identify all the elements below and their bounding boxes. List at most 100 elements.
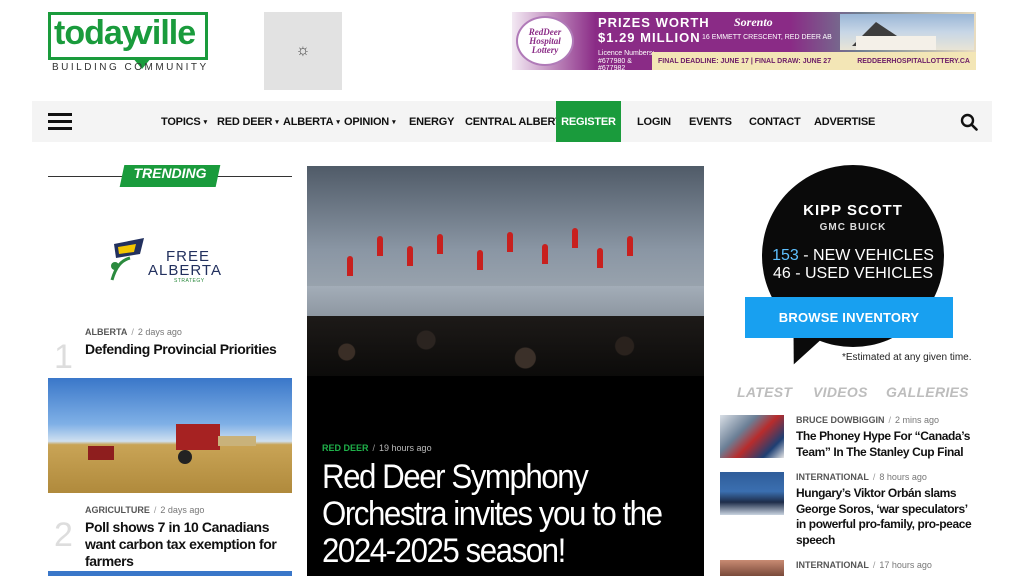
category-link[interactable]: INTERNATIONAL [796, 560, 869, 570]
meta-separator: / [372, 443, 376, 453]
musician [542, 244, 548, 264]
item-meta: INTERNATIONAL/17 hours ago [796, 560, 932, 570]
item-meta: INTERNATIONAL/8 hours ago [796, 472, 927, 482]
dealer-brands: GMC BUICK [819, 222, 887, 233]
dealer-name: KIPP SCOTT [803, 202, 903, 219]
timestamp: 8 hours ago [879, 472, 927, 482]
timestamp: 19 hours ago [379, 443, 432, 453]
ad-url: REDDEERHOSPITALLOTTERY.CA [857, 57, 970, 65]
new-vehicles-label: - NEW VEHICLES [803, 247, 934, 264]
trending-headline-1[interactable]: Defending Provincial Priorities [85, 341, 285, 358]
nav-label: TOPICS [161, 115, 201, 128]
musician [437, 234, 443, 254]
musician [377, 236, 383, 256]
sidebar-tabs: LATEST VIDEOS GALLERIES [720, 384, 976, 402]
free-alberta-flag-icon [110, 238, 144, 281]
meta-separator: / [131, 327, 134, 337]
sun-icon: ☼ [295, 42, 311, 59]
tab-videos[interactable]: VIDEOS [813, 384, 868, 400]
trending-meta-2: AGRICULTURE/2 days ago [85, 505, 204, 515]
trending-heading: TRENDING [133, 165, 207, 181]
timestamp: 17 hours ago [879, 560, 932, 570]
free-alberta-strategy-ad[interactable]: FREE ALBERTA STRATEGY [108, 236, 238, 286]
nav-label: LOGIN [637, 115, 671, 128]
nav-label: CENTRAL ALBERTA [465, 115, 569, 128]
musician [597, 248, 603, 268]
tab-galleries[interactable]: GALLERIES [886, 384, 969, 400]
combine-harvester-image[interactable] [48, 378, 292, 493]
musician [477, 250, 483, 270]
nav-label: OPINION [344, 115, 390, 128]
nav-label: EVENTS [689, 115, 732, 128]
site-logo[interactable]: today ville BUILDING COMMUNITY [48, 12, 208, 74]
used-vehicles-line: 46 - USED VEHICLES [772, 265, 934, 282]
weather-widget[interactable]: ☼ [264, 12, 342, 90]
category-link[interactable]: RED DEER [322, 443, 369, 453]
nav-label: REGISTER [561, 115, 616, 128]
tab-latest[interactable]: LATEST [737, 384, 792, 400]
timestamp: 2 mins ago [895, 415, 940, 425]
ad-prize-line: PRIZES WORTH [598, 15, 710, 30]
page: today ville BUILDING COMMUNITY ☼ RedDeer… [0, 0, 1024, 576]
category-link[interactable]: INTERNATIONAL [796, 472, 869, 482]
logo-tagline: BUILDING COMMUNITY [52, 62, 209, 73]
category-link[interactable]: AGRICULTURE [85, 505, 150, 515]
nav-item-topics[interactable]: TOPICS ▾ [161, 101, 207, 142]
house-body [856, 36, 936, 50]
browse-inventory-button[interactable]: BROWSE INVENTORY [745, 297, 953, 338]
list-item[interactable]: BRUCE DOWBIGGIN/2 mins ago The Phoney Hy… [720, 415, 976, 465]
nav-label: RED DEER [217, 115, 273, 128]
meta-separator: / [888, 415, 892, 425]
combine-wheel [178, 450, 192, 464]
nav-label: ENERGY [409, 115, 455, 128]
trending-rank-1: 1 [54, 338, 73, 376]
trending-headline-2[interactable]: Poll shows 7 in 10 Canadians want carbon… [85, 519, 285, 570]
nav-item-advertise[interactable]: ADVERTISE [814, 101, 875, 142]
nav-label: ALBERTA [283, 115, 334, 128]
nav-item-opinion[interactable]: OPINION ▾ [344, 101, 396, 142]
ad-footer-strip: FINAL DEADLINE: JUNE 17 | FINAL DRAW: JU… [652, 52, 976, 70]
meta-separator: / [153, 505, 157, 515]
feature-story[interactable]: RED DEER/19 hours ago Red Deer Symphony … [307, 166, 704, 576]
ad-amount: $1.29 MILLION [598, 30, 701, 45]
nav-item-red-deer[interactable]: RED DEER ▾ [217, 101, 279, 142]
speech-thumbnail [720, 472, 784, 515]
new-vehicles-count: 153 [772, 247, 799, 264]
next-article-image[interactable] [48, 571, 292, 576]
new-vehicles-line: 153 - NEW VEHICLES [762, 247, 944, 265]
chevron-down-icon: ▾ [392, 118, 396, 126]
feature-headline[interactable]: Red Deer Symphony Orchestra invites you … [322, 459, 664, 570]
hamburger-menu-icon[interactable] [48, 113, 72, 130]
meta-separator: / [872, 472, 876, 482]
category-link[interactable]: BRUCE DOWBIGGIN [796, 415, 885, 425]
musician [347, 256, 353, 276]
list-item[interactable]: INTERNATIONAL/8 hours ago Hungary’s Vikt… [720, 472, 976, 552]
nav-label: ADVERTISE [814, 115, 876, 128]
category-link[interactable]: ALBERTA [85, 327, 127, 337]
nav-item-energy[interactable]: ENERGY [409, 101, 454, 142]
item-headline[interactable]: The Phoney Hype For “Canada’s Team” In T… [796, 429, 974, 460]
combine-1 [176, 424, 220, 450]
timestamp: 2 days ago [137, 327, 182, 337]
nav-item-events[interactable]: EVENTS [689, 101, 732, 142]
estimate-note: *Estimated at any given time. [842, 352, 972, 363]
search-icon[interactable] [960, 113, 978, 131]
portrait-thumbnail [720, 560, 784, 576]
chevron-down-icon: ▾ [275, 118, 279, 126]
nav-item-alberta[interactable]: ALBERTA ▾ [283, 101, 340, 142]
trending-rank-2: 2 [54, 516, 73, 554]
lottery-badge: RedDeer Hospital Lottery [516, 16, 574, 66]
item-headline[interactable]: Hungary’s Viktor Orbán slams George Soro… [796, 486, 974, 548]
kipp-scott-ad[interactable]: KIPP SCOTT GMC BUICK 153 - NEW VEHICLES … [744, 165, 972, 372]
item-meta: BRUCE DOWBIGGIN/2 mins ago [796, 415, 939, 425]
musician [407, 246, 413, 266]
meta-separator: / [872, 560, 876, 570]
list-item[interactable]: INTERNATIONAL/17 hours ago [720, 560, 976, 576]
lottery-ad-banner[interactable]: RedDeer Hospital Lottery PRIZES WORTH $1… [512, 12, 976, 70]
hockey-thumbnail [720, 415, 784, 458]
nav-item-contact[interactable]: CONTACT [749, 101, 801, 142]
ad-builder-logo: Sorento [734, 15, 773, 29]
combine-1-header [218, 436, 256, 446]
nav-item-login[interactable]: LOGIN [637, 101, 671, 142]
nav-item-register[interactable]: REGISTER [556, 101, 621, 142]
